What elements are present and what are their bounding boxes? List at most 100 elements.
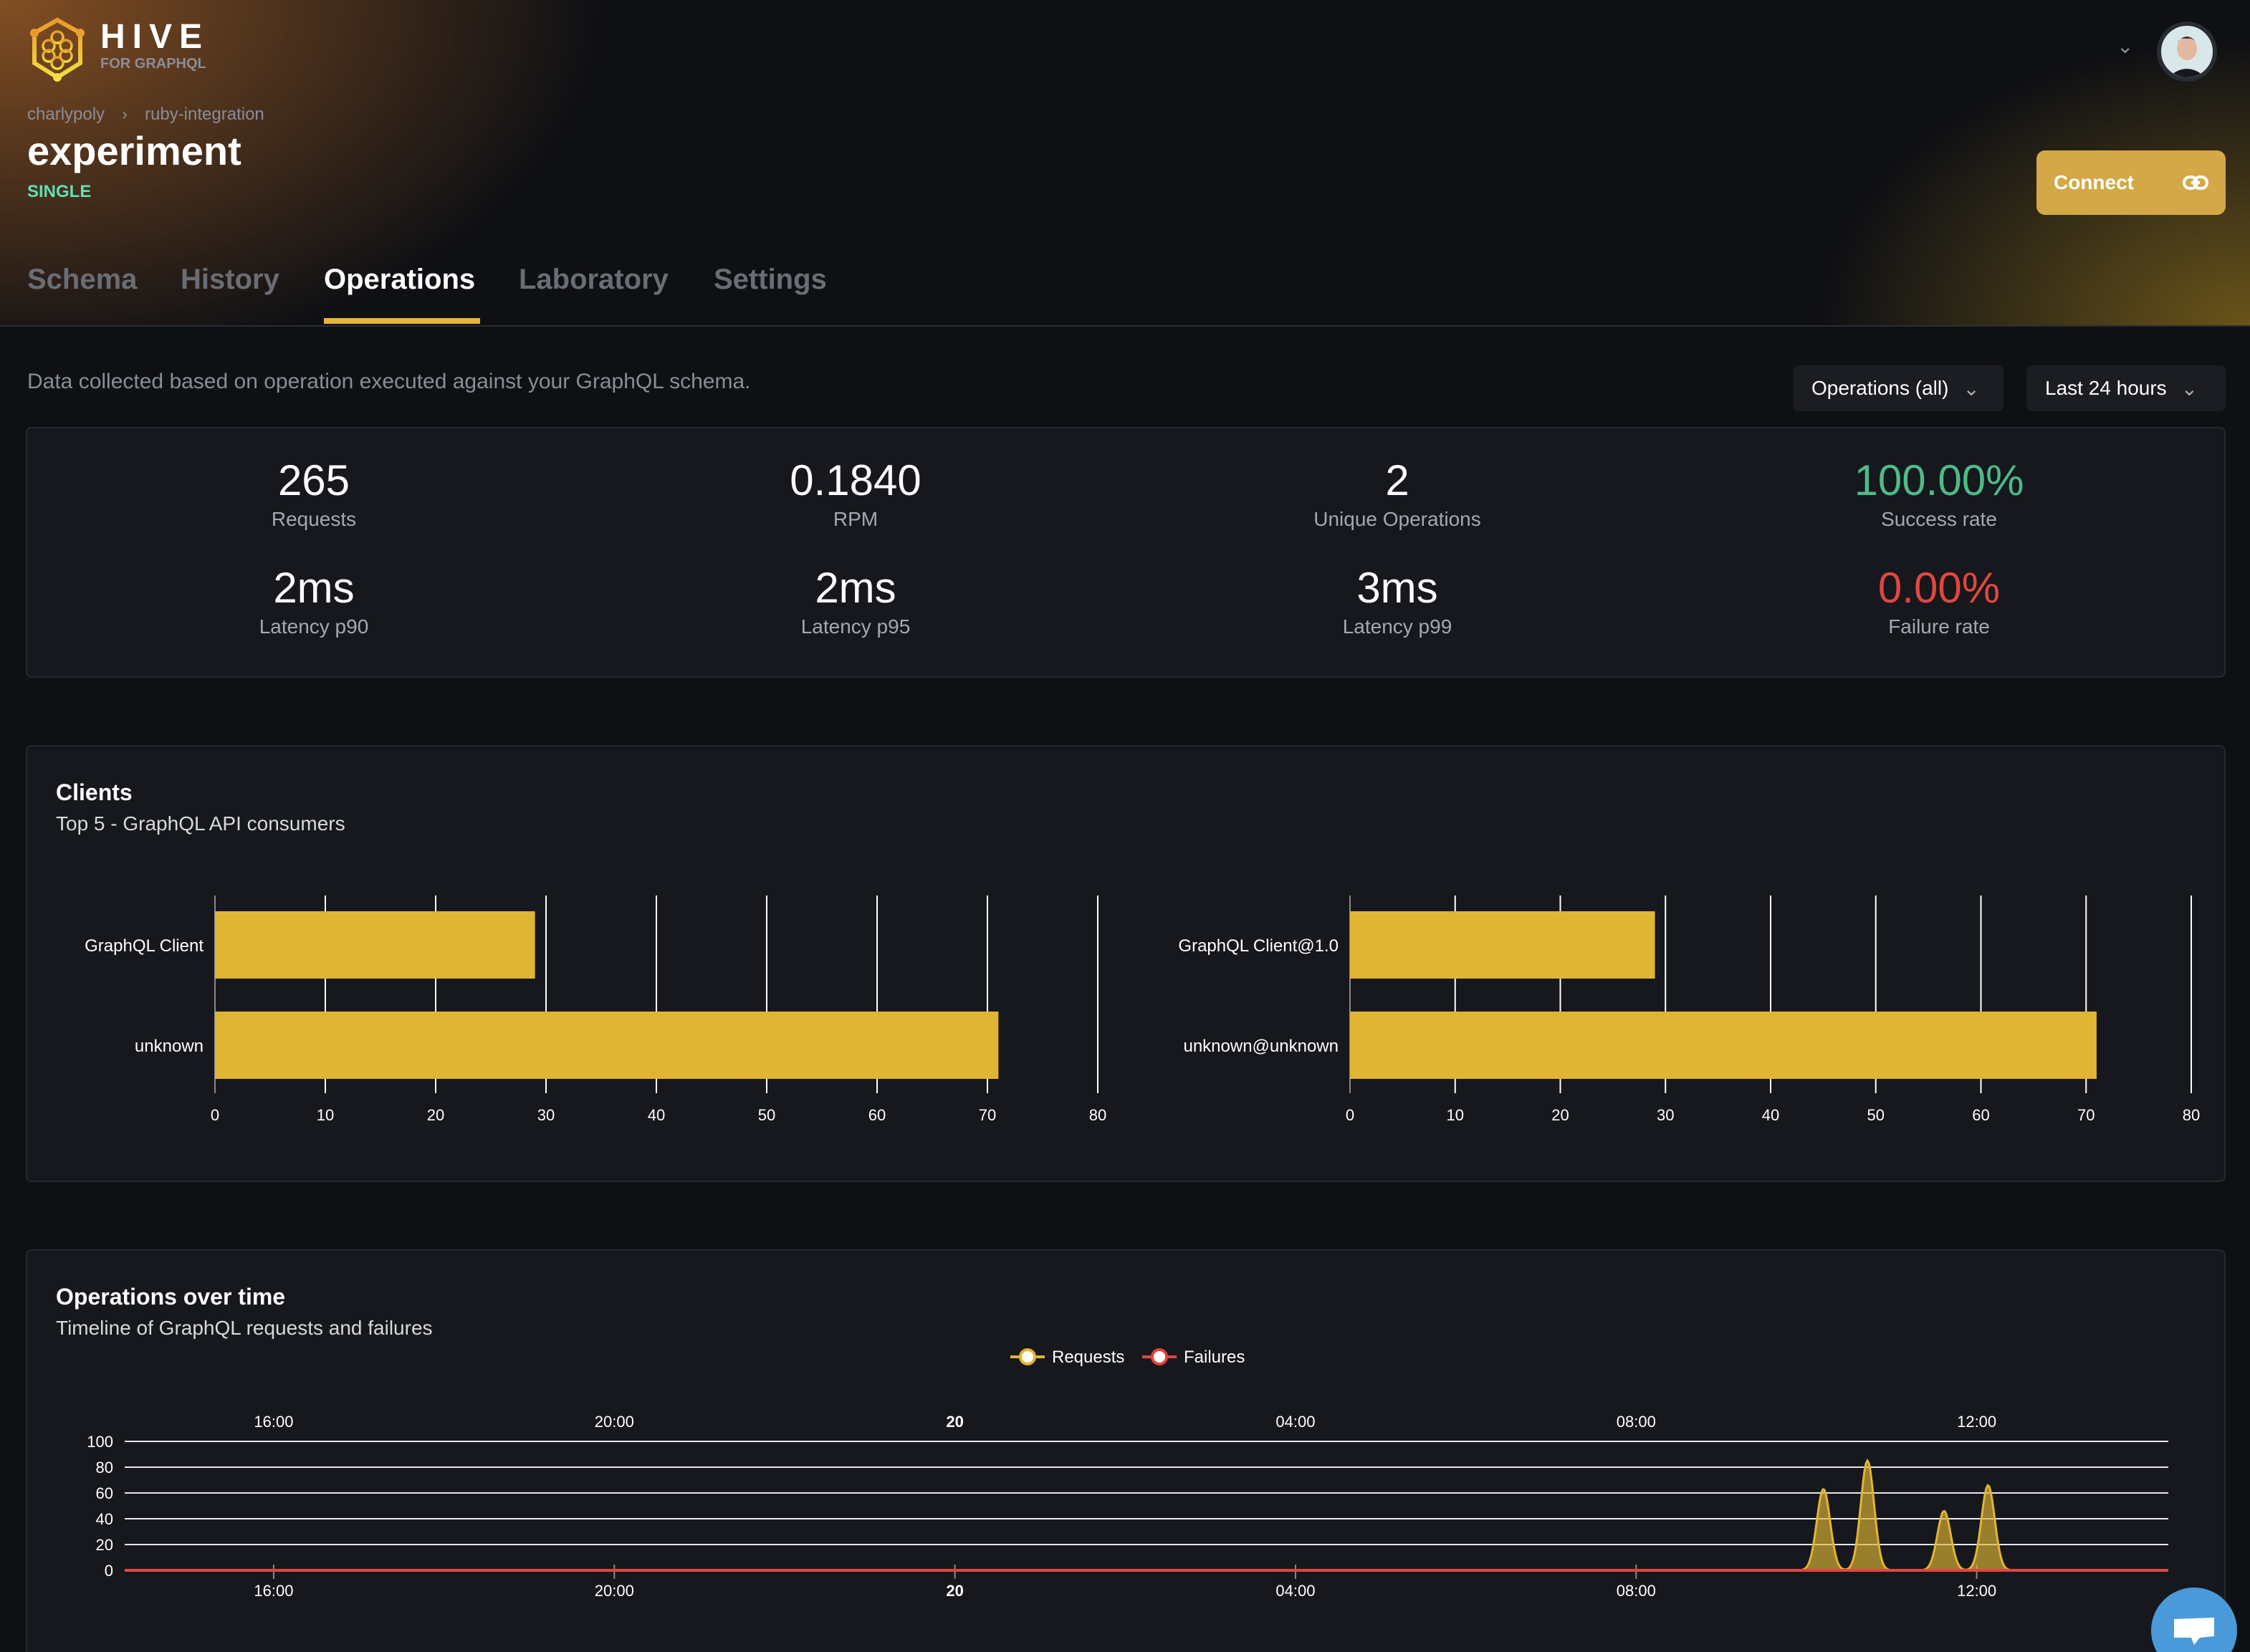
bar	[215, 911, 535, 979]
x-tick-label: 20	[1551, 1106, 1569, 1124]
y-tick-label: 40	[96, 1510, 113, 1528]
breadcrumb-org[interactable]: charlypoly	[27, 105, 105, 125]
tab-settings[interactable]: Settings	[714, 264, 827, 296]
brand-name: HIVE	[100, 18, 210, 56]
x-tick-label: 50	[1867, 1106, 1885, 1124]
x-tick-label-bottom: 16:00	[254, 1582, 293, 1600]
x-tick-label: 80	[2183, 1106, 2200, 1124]
bar	[1350, 911, 1655, 979]
tab-schema[interactable]: Schema	[27, 264, 137, 296]
tab-history[interactable]: History	[181, 264, 279, 296]
stat-value: 3ms	[1356, 564, 1438, 612]
x-tick-label-top: 16:00	[254, 1413, 293, 1431]
chat-icon	[2174, 1618, 2214, 1645]
timeline-title: Operations over time	[56, 1284, 286, 1310]
x-tick-label: 10	[317, 1106, 334, 1124]
stat-value: 2	[1385, 456, 1409, 504]
avatar[interactable]	[2157, 21, 2217, 82]
clients-subtitle: Top 5 - GraphQL API consumers	[56, 812, 345, 835]
x-tick-label: 80	[1089, 1106, 1106, 1124]
y-tick-label: 20	[96, 1536, 113, 1554]
x-tick-label: 30	[1657, 1106, 1674, 1124]
tab-laboratory[interactable]: Laboratory	[519, 264, 669, 296]
legend-marker-failures	[1151, 1348, 1168, 1365]
stat-label: Failure rate	[1888, 615, 1990, 638]
clients-title: Clients	[56, 779, 133, 805]
project-type-badge: SINGLE	[27, 182, 92, 201]
stat-unique-operations: 2 Unique Operations	[1182, 456, 1612, 531]
legend-label: Failures	[1184, 1348, 1245, 1367]
stat-failure-rate: 0.00% Failure rate	[1724, 563, 2154, 638]
clients-bar-charts: 0 10 20 30 40 50 60 70 80 GraphQL Client unknown 0 1…	[85, 895, 2200, 1124]
operations-timeline-chart: Requests Failures 0 20 40 60 80 100 16:00 16:00 20…	[87, 1348, 2168, 1600]
stat-latency-p95: 2ms Latency p95	[641, 563, 1071, 638]
connect-button[interactable]: Connect	[2036, 150, 2226, 215]
bar	[1350, 1012, 2097, 1079]
stat-label: Success rate	[1881, 508, 1997, 530]
y-tick-label: 0	[105, 1562, 113, 1580]
y-tick-label: 80	[96, 1459, 113, 1476]
stat-label: Latency p99	[1342, 615, 1452, 638]
x-tick-label-top: 12:00	[1957, 1413, 1996, 1431]
x-tick-label: 50	[758, 1106, 775, 1124]
chevron-down-icon: ⌄	[1963, 377, 1980, 400]
y-tick-label: 60	[96, 1484, 113, 1502]
x-tick-label: 60	[1972, 1106, 1989, 1124]
x-tick-label: 0	[1346, 1106, 1354, 1124]
requests-area	[125, 1458, 2168, 1572]
chevron-down-icon[interactable]: ⌄	[2117, 34, 2133, 58]
stat-latency-p90: 2ms Latency p90	[99, 563, 529, 638]
stat-latency-p99: 3ms Latency p99	[1182, 563, 1612, 638]
x-tick-label: 10	[1447, 1106, 1464, 1124]
tab-operations[interactable]: Operations	[324, 264, 475, 296]
x-tick-label-top: 08:00	[1617, 1413, 1656, 1431]
period-filter-select[interactable]: Last 24 hours ⌄	[2026, 365, 2226, 411]
x-tick-label-bottom: 20	[946, 1582, 963, 1600]
x-tick-label: 20	[427, 1106, 444, 1124]
stat-label: Requests	[271, 508, 357, 530]
legend-marker-requests	[1019, 1348, 1036, 1365]
x-tick-label: 0	[211, 1106, 219, 1124]
stat-value: 2ms	[273, 564, 355, 612]
operations-filter-select[interactable]: Operations (all) ⌄	[1793, 365, 2004, 411]
breadcrumb-separator-icon: ›	[122, 105, 128, 124]
connect-label: Connect	[2054, 171, 2134, 193]
stats-card: 265 Requests 0.1840 RPM 2 Unique Operations 10…	[26, 427, 2226, 678]
page-title: experiment	[27, 128, 241, 173]
bar	[215, 1012, 999, 1079]
stat-value: 265	[277, 456, 350, 504]
chat-support-button[interactable]	[2151, 1588, 2237, 1652]
operations-filter-value: Operations (all)	[1811, 377, 1949, 399]
stat-value: 2ms	[815, 564, 896, 612]
x-tick-label-bottom: 12:00	[1957, 1582, 1996, 1600]
x-tick-label-top: 20	[946, 1413, 963, 1431]
link-icon	[2183, 176, 2208, 190]
hive-logo-icon[interactable]	[26, 16, 89, 82]
stat-value: 0.1840	[790, 456, 921, 504]
x-tick-label: 30	[537, 1106, 555, 1124]
stat-value: 0.00%	[1877, 564, 2001, 612]
breadcrumb-project[interactable]: ruby-integration	[145, 105, 264, 125]
x-tick-label: 70	[2077, 1106, 2095, 1124]
x-tick-label-bottom: 04:00	[1275, 1582, 1315, 1600]
active-tab-indicator	[324, 318, 480, 324]
chevron-down-icon: ⌄	[2180, 377, 2198, 400]
x-tick-label: 40	[648, 1106, 665, 1124]
legend-label: Requests	[1052, 1348, 1124, 1367]
page-description: Data collected based on operation execut…	[27, 370, 751, 393]
stat-value: 100.00%	[1854, 456, 2024, 504]
x-tick-label: 40	[1762, 1106, 1779, 1124]
stat-requests: 265 Requests	[99, 456, 529, 531]
category-label: GraphQL Client@1.0	[1178, 936, 1339, 956]
stat-label: Latency p90	[259, 615, 369, 638]
x-tick-label-top: 20:00	[595, 1413, 634, 1431]
category-label: unknown@unknown	[1183, 1037, 1339, 1056]
period-filter-value: Last 24 hours	[2045, 377, 2167, 399]
category-label: unknown	[135, 1037, 204, 1056]
x-tick-label-bottom: 08:00	[1617, 1582, 1656, 1600]
y-tick-label: 100	[87, 1433, 113, 1451]
stat-label: Latency p95	[800, 615, 911, 638]
x-tick-label: 70	[979, 1106, 996, 1124]
x-tick-label-top: 04:00	[1275, 1413, 1315, 1431]
brand-tagline: FOR GRAPHQL	[100, 56, 206, 72]
